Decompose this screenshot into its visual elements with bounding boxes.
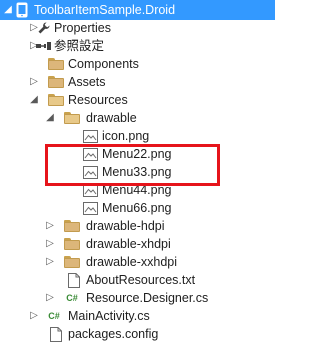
chevron-right-icon[interactable]: ▷ <box>28 72 40 92</box>
tree-item-file[interactable]: Menu33.png <box>0 162 275 182</box>
tree-item-label: Components <box>68 57 139 71</box>
chevron-right-icon[interactable]: ▷ <box>44 216 56 236</box>
tree-item-label: drawable <box>86 111 137 125</box>
folder-open-icon <box>64 110 80 126</box>
image-file-icon <box>82 146 98 162</box>
csharp-file-icon: C# <box>64 290 80 306</box>
tree-item-drawable-xxhdpi[interactable]: ▷ drawable-xxhdpi <box>0 252 275 272</box>
tree-item-properties[interactable]: ▷ Properties <box>0 18 275 38</box>
tree-item-label: Resource.Designer.cs <box>86 291 209 305</box>
chevron-right-icon[interactable]: ▷ <box>44 288 56 308</box>
image-file-icon <box>82 164 98 180</box>
text-file-icon <box>66 272 82 288</box>
tree-item-label: Menu44.png <box>102 183 172 197</box>
image-file-icon <box>82 182 98 198</box>
tree-item-label: drawable-xxhdpi <box>86 255 178 269</box>
tree-item-label: Properties <box>54 21 111 35</box>
references-icon <box>36 38 52 54</box>
tree-item-label: Resources <box>68 93 128 107</box>
tree-item-file[interactable]: icon.png <box>0 126 275 146</box>
tree-item-label: Menu33.png <box>102 165 172 179</box>
tree-item-main-activity[interactable]: ▷ C# MainActivity.cs <box>0 306 275 326</box>
config-file-icon <box>48 326 64 342</box>
tree-item-label: 参照設定 <box>54 39 105 53</box>
tree-item-file[interactable]: Menu44.png <box>0 180 275 200</box>
chevron-right-icon[interactable]: ▷ <box>28 306 40 326</box>
tree-item-label: drawable-xhdpi <box>86 237 171 251</box>
tree-item-label: Menu22.png <box>102 147 172 161</box>
tree-item-drawable-hdpi[interactable]: ▷ drawable-hdpi <box>0 216 275 236</box>
folder-icon <box>64 236 80 252</box>
tree-item-label: packages.config <box>68 327 159 341</box>
folder-icon <box>48 56 64 72</box>
chevron-down-icon[interactable]: ◢ <box>44 108 56 128</box>
tree-item-file[interactable]: Menu22.png <box>0 144 275 164</box>
csharp-badge: C# <box>66 293 78 303</box>
folder-icon <box>48 74 64 90</box>
tree-item-resources[interactable]: ◢ Resources <box>0 90 275 110</box>
tree-item-label: MainActivity.cs <box>68 309 150 323</box>
tree-item-components[interactable]: Components <box>0 54 275 74</box>
tree-item-label: AboutResources.txt <box>86 273 196 287</box>
tree-item-drawable[interactable]: ◢ drawable <box>0 108 275 128</box>
tree-item-drawable-xhdpi[interactable]: ▷ drawable-xhdpi <box>0 234 275 254</box>
tree-item-packages-config[interactable]: packages.config <box>0 324 275 344</box>
folder-icon <box>64 254 80 270</box>
tree-item-label: Menu66.png <box>102 201 172 215</box>
csharp-file-icon: C# <box>46 308 62 324</box>
chevron-right-icon[interactable]: ▷ <box>44 234 56 254</box>
folder-icon <box>64 218 80 234</box>
tree-item-label: drawable-hdpi <box>86 219 165 233</box>
csharp-badge: C# <box>48 311 60 321</box>
tree-item-resource-designer[interactable]: ▷ C# Resource.Designer.cs <box>0 288 275 308</box>
tree-item-label: ToolbarItemSample.Droid <box>34 3 176 17</box>
tree-item-project-root[interactable]: ◢ ToolbarItemSample.Droid <box>0 0 275 20</box>
image-file-icon <box>82 128 98 144</box>
image-file-icon <box>82 200 98 216</box>
tree-item-file[interactable]: Menu66.png <box>0 198 275 218</box>
tree-item-references[interactable]: ▷ 参照設定 <box>0 36 275 56</box>
chevron-down-icon[interactable]: ◢ <box>2 0 14 20</box>
folder-open-icon <box>48 92 64 108</box>
tree-item-assets[interactable]: ▷ Assets <box>0 72 275 92</box>
android-project-icon <box>14 2 30 18</box>
chevron-right-icon[interactable]: ▷ <box>44 252 56 272</box>
chevron-down-icon[interactable]: ◢ <box>28 90 40 110</box>
tree-item-about-resources[interactable]: AboutResources.txt <box>0 270 275 290</box>
wrench-icon <box>36 20 52 36</box>
tree-item-label: Assets <box>68 75 106 89</box>
tree-item-label: icon.png <box>102 129 150 143</box>
